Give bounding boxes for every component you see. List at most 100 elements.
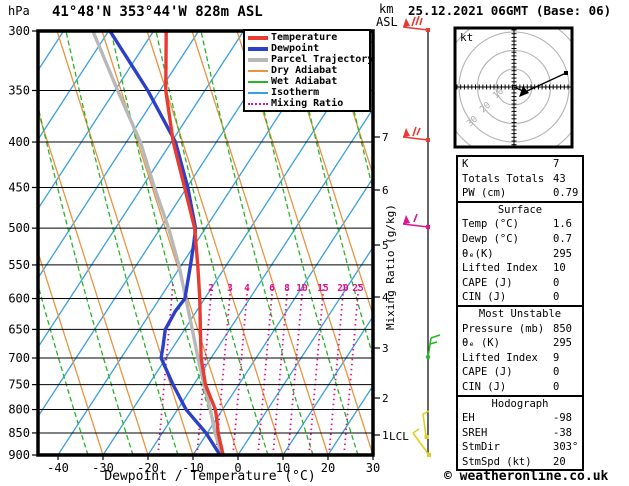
skewt-sounding-page: { "header": { "left_unit": "hPa", "title… (0, 0, 629, 486)
svg-text:6: 6 (382, 184, 389, 197)
svg-text:800: 800 (8, 403, 30, 417)
row-label: EH (462, 412, 475, 425)
table-row: CAPE (J) 0 (458, 276, 582, 291)
row-value: -38 (553, 426, 572, 439)
svg-text:2: 2 (382, 392, 389, 405)
legend-swatch (248, 102, 268, 105)
row-value: 10 (553, 262, 566, 275)
svg-text:10: 10 (296, 283, 308, 294)
svg-text:600: 600 (8, 292, 30, 306)
row-value: 0.7 (553, 232, 572, 245)
svg-text:20: 20 (337, 283, 349, 294)
table-title: Most Unstable (478, 307, 562, 320)
table-row: EH -98 (458, 411, 582, 426)
svg-text:LCL: LCL (389, 430, 409, 443)
svg-text:450: 450 (8, 180, 30, 194)
legend-label: Isotherm (271, 87, 320, 98)
table-surface: Surface Temp (°C) 1.6 Dewp (°C) 0.7 θₑ(K) 295 L… (456, 200, 584, 307)
row-label: Totals Totals (462, 172, 545, 185)
row-value: 0.79 (553, 187, 579, 200)
legend-label: Temperature (271, 32, 338, 43)
table-row: CIN (J) 0 (458, 380, 582, 395)
wind-barb-red-top (402, 15, 430, 32)
legend-item-temperature: Temperature (248, 32, 369, 43)
table-title: Surface (497, 203, 543, 216)
svg-text:3: 3 (382, 342, 389, 355)
table-title: Hodograph (491, 397, 549, 410)
svg-text:4: 4 (244, 283, 250, 294)
svg-text:25: 25 (352, 283, 364, 294)
svg-text:350: 350 (8, 83, 30, 97)
svg-text:850: 850 (8, 426, 30, 440)
x-axis-label: Dewpoint / Temperature (°C) (104, 469, 316, 484)
svg-text:900: 900 (8, 448, 30, 462)
row-value: 0 (553, 291, 560, 304)
table-row: PW (cm) 0.79 (458, 186, 582, 201)
row-label: StmSpd (kt) (462, 455, 532, 468)
svg-text:3: 3 (227, 283, 233, 294)
table-row: Lifted Index 10 (458, 261, 582, 276)
legend-swatch (248, 46, 268, 51)
svg-text:750: 750 (8, 378, 30, 392)
legend-swatch (248, 57, 268, 62)
wind-barb-column (402, 15, 441, 457)
table-row: StmSpd (kt) 20 (458, 455, 582, 470)
table-row: θₑ (K) 295 (458, 336, 582, 351)
row-value: 0 (553, 276, 560, 289)
svg-text:15: 15 (317, 283, 329, 294)
legend-item-dewpoint: Dewpoint (248, 43, 369, 54)
svg-text:550: 550 (8, 258, 30, 272)
row-value: 303° (553, 441, 579, 454)
legend-label: Mixing Ratio (271, 98, 344, 109)
row-value: 20 (553, 455, 566, 468)
table-row: CAPE (J) 0 (458, 365, 582, 380)
svg-text:7: 7 (382, 131, 389, 144)
pressure-tick-labels: 300 350 400 450 500 550 600 650 700 750 800 850 900 (8, 24, 38, 462)
table-row: Totals Totals 43 (458, 172, 582, 187)
table-row: Lifted Index 9 (458, 351, 582, 366)
row-label: K (462, 158, 469, 170)
hodograph-trace (513, 71, 568, 97)
svg-text:6: 6 (269, 283, 275, 294)
svg-text:-40: -40 (47, 461, 69, 475)
table-most-unstable: Most Unstable Pressure (mb) 850 θₑ (K) 295 Li… (456, 304, 584, 397)
table-row: Temp (°C) 1.6 (458, 217, 582, 232)
row-label: Temp (°C) (462, 218, 519, 231)
row-label: SREH (462, 426, 488, 439)
row-value: 295 (553, 247, 572, 260)
legend-swatch (248, 69, 268, 72)
table-row: SREH -38 (458, 426, 582, 441)
wind-barb-magenta (402, 213, 430, 229)
table-row: CIN (J) 0 (458, 290, 582, 305)
hodograph-unit-label: kt (460, 31, 473, 44)
table-row: θₑ(K) 295 (458, 247, 582, 262)
row-value: -98 (553, 412, 572, 425)
svg-text:700: 700 (8, 351, 30, 365)
legend-item-dry-adiabat: Dry Adiabat (248, 65, 369, 76)
row-label: Dewp (°C) (462, 232, 519, 245)
svg-text:8: 8 (284, 283, 290, 294)
legend-label: Wet Adiabat (271, 76, 338, 87)
row-label: PW (cm) (462, 187, 507, 200)
legend-item-isotherm: Isotherm (248, 87, 369, 98)
hodograph: 102030kt (453, 26, 574, 149)
row-value: 0 (553, 380, 560, 393)
row-label: θₑ(K) (462, 247, 494, 260)
svg-text:650: 650 (8, 322, 30, 336)
row-value: 9 (553, 351, 560, 364)
table-row: Dewp (°C) 0.7 (458, 232, 582, 247)
legend-item-parcel-trajectory: Parcel Trajectory (248, 54, 373, 65)
legend-item-wet-adiabat: Wet Adiabat (248, 76, 369, 87)
table-row: K7 (458, 157, 582, 172)
row-label: CAPE (J) (462, 276, 513, 289)
row-label: Pressure (mb) (462, 322, 545, 335)
row-label: StmDir (462, 441, 500, 454)
row-label: θₑ (K) (462, 337, 500, 350)
svg-text:300: 300 (8, 24, 30, 38)
legend-label: Dewpoint (271, 43, 320, 54)
row-label: CIN (J) (462, 291, 507, 304)
row-value: 0 (553, 366, 560, 379)
legend-swatch (248, 80, 268, 83)
row-label: Lifted Index (462, 351, 538, 364)
legend-item-mixing-ratio: Mixing Ratio (248, 98, 369, 109)
